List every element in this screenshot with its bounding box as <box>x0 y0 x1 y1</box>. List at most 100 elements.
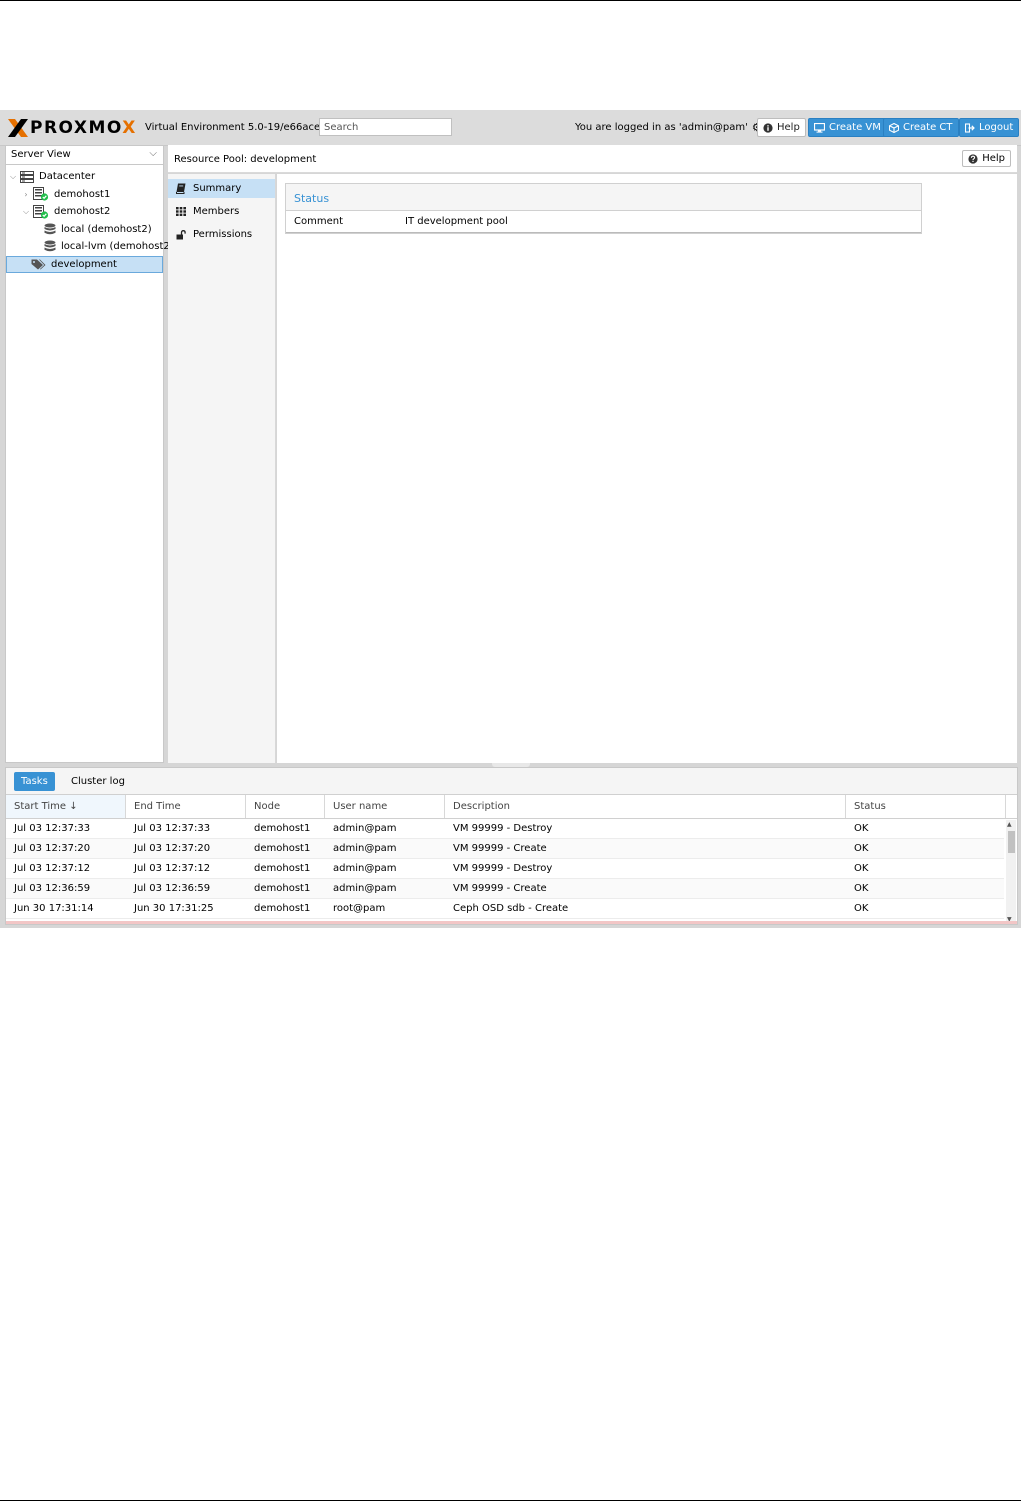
cell-end-time: Jul 03 12:36:59 <box>134 883 211 894</box>
cell-user: admin@pam <box>333 883 397 894</box>
tree-node-development[interactable]: development <box>6 255 163 273</box>
table-row[interactable]: Jul 03 12:37:20 Jul 03 12:37:20 demohost… <box>6 839 1004 859</box>
book-icon <box>176 183 188 194</box>
create-ct-button[interactable]: Create CT <box>883 118 959 137</box>
tree-node-local-demohost2[interactable]: local (demohost2) <box>6 221 163 239</box>
cell-start-time: Jul 03 12:37:33 <box>14 823 91 834</box>
summary-panel: Status Comment IT development pool <box>277 174 1017 763</box>
cell-end-time: Jul 03 12:37:20 <box>134 843 211 854</box>
scrollbar-thumb[interactable] <box>1008 831 1015 853</box>
search-input[interactable] <box>319 118 452 136</box>
logo-wordmark: PROXMOX <box>30 118 137 138</box>
cell-description: VM 99999 - Destroy <box>453 863 553 874</box>
resource-tree-panel: Server View ⌵ ⌵ Datacenter › demohost1 ⌵ <box>5 145 174 763</box>
cell-status: OK <box>854 823 869 834</box>
cell-description: VM 99999 - Destroy <box>453 823 553 834</box>
cell-start-time: Jun 30 17:31:14 <box>14 903 94 914</box>
cell-description: VM 99999 - Create <box>453 843 547 854</box>
column-start-time[interactable]: Start Time ↓ <box>6 795 126 818</box>
tree-node-label: local (demohost2) <box>61 223 152 235</box>
collapse-arrow-icon[interactable]: ⌵ <box>9 172 17 182</box>
cell-status: OK <box>854 883 869 894</box>
create-ct-label: Create CT <box>903 122 953 133</box>
tree-node-label: demohost1 <box>54 188 111 200</box>
column-end-time[interactable]: End Time <box>126 795 246 818</box>
expand-arrow-icon[interactable]: › <box>22 190 30 199</box>
page-top-rule <box>0 0 1021 1</box>
task-table-body: Jul 03 12:37:33 Jul 03 12:37:33 demohost… <box>6 819 1004 919</box>
cell-node: demohost1 <box>254 823 311 834</box>
info-circle-icon <box>763 122 773 133</box>
tab-cluster-log[interactable]: Cluster log <box>64 772 132 791</box>
status-row-comment: Comment IT development pool <box>286 211 921 233</box>
task-table-scrollbar[interactable]: ▲ ▼ <box>1006 820 1016 924</box>
cell-status: OK <box>854 903 869 914</box>
view-selector[interactable]: Server View ⌵ <box>6 146 163 165</box>
page-title: Resource Pool: development <box>174 154 317 165</box>
column-description[interactable]: Description <box>445 795 846 818</box>
grid-icon <box>176 207 188 216</box>
logged-in-status: You are logged in as 'admin@pam' ⚙ <box>575 122 762 134</box>
help-button[interactable]: Help <box>757 118 806 137</box>
column-node[interactable]: Node <box>246 795 325 818</box>
desktop-icon <box>814 122 825 133</box>
unlock-icon <box>176 229 188 240</box>
cell-description: VM 99999 - Create <box>453 883 547 894</box>
column-user-name[interactable]: User name <box>325 795 445 818</box>
storage-icon <box>44 240 56 253</box>
cell-status: OK <box>854 863 869 874</box>
collapse-arrow-icon[interactable]: ⌵ <box>22 207 30 217</box>
tree-node-datacenter[interactable]: ⌵ Datacenter <box>6 168 163 186</box>
tree-node-label: Datacenter <box>39 171 96 183</box>
table-row[interactable]: Jun 30 17:31:14 Jun 30 17:31:25 demohost… <box>6 899 1004 919</box>
tree-node-label: local-lvm (demohost2) <box>61 241 174 253</box>
menu-item-members[interactable]: Members <box>168 202 275 221</box>
page-bottom-rule <box>0 1500 1021 1501</box>
menu-item-summary[interactable]: Summary <box>168 179 275 198</box>
cell-user: root@pam <box>333 903 386 914</box>
table-row[interactable]: Jul 03 12:37:33 Jul 03 12:37:33 demohost… <box>6 819 1004 839</box>
tree-node-demohost2[interactable]: ⌵ demohost2 <box>6 203 163 221</box>
cell-start-time: Jul 03 12:37:12 <box>14 863 91 874</box>
tab-tasks[interactable]: Tasks <box>14 772 55 791</box>
cube-icon <box>889 122 899 133</box>
cell-end-time: Jun 30 17:31:25 <box>134 903 214 914</box>
proxmox-logo: PROXMOX <box>7 118 137 138</box>
logout-button[interactable]: Logout <box>959 118 1020 137</box>
cell-end-time: Jul 03 12:37:12 <box>134 863 211 874</box>
menu-item-label: Members <box>193 206 240 217</box>
cell-end-time: Jul 03 12:37:33 <box>134 823 211 834</box>
server-online-icon <box>33 204 49 219</box>
comment-label: Comment <box>294 216 343 227</box>
scroll-up-arrow-icon[interactable]: ▲ <box>1007 821 1012 828</box>
status-title: Status <box>286 184 921 211</box>
logo-x-icon <box>8 119 28 137</box>
tree-node-label: demohost2 <box>54 206 111 218</box>
cell-node: demohost1 <box>254 863 311 874</box>
proxmox-window: PROXMOX Virtual Environment 5.0-19/e66ac… <box>0 110 1021 928</box>
version-label: Virtual Environment 5.0-19/e66acebc <box>145 122 332 133</box>
tags-icon <box>31 259 46 270</box>
log-tabs: Tasks Cluster log <box>6 768 1017 795</box>
tree-node-local-lvm-demohost2[interactable]: local-lvm (demohost2) <box>6 238 174 256</box>
error-row-edge <box>6 921 1017 924</box>
question-circle-icon <box>968 153 978 164</box>
task-table-header: Start Time ↓ End Time Node User name Des… <box>6 795 1017 819</box>
view-selector-value: Server View <box>11 149 71 160</box>
menu-item-label: Summary <box>193 183 242 194</box>
tree-node-demohost1[interactable]: › demohost1 <box>6 186 163 204</box>
content-help-button[interactable]: Help <box>962 150 1011 167</box>
pool-menu: Summary Members Permissions <box>168 174 276 763</box>
cell-node: demohost1 <box>254 903 311 914</box>
column-status[interactable]: Status <box>846 795 1006 818</box>
cell-user: admin@pam <box>333 823 397 834</box>
table-row[interactable]: Jul 03 12:37:12 Jul 03 12:37:12 demohost… <box>6 859 1004 879</box>
create-vm-button[interactable]: Create VM <box>808 118 887 137</box>
table-row[interactable]: Jul 03 12:36:59 Jul 03 12:36:59 demohost… <box>6 879 1004 899</box>
cell-description: Ceph OSD sdb - Create <box>453 903 569 914</box>
menu-item-permissions[interactable]: Permissions <box>168 225 275 244</box>
menu-item-label: Permissions <box>193 229 253 240</box>
cell-start-time: Jul 03 12:37:20 <box>14 843 91 854</box>
status-panel: Status Comment IT development pool <box>285 183 922 234</box>
help-label: Help <box>982 153 1005 164</box>
